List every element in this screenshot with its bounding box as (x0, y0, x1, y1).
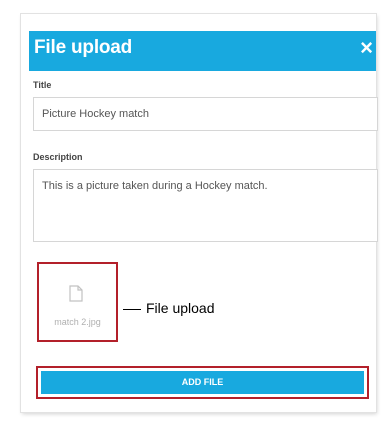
description-textarea[interactable]: This is a picture taken during a Hockey … (33, 169, 378, 242)
title-input[interactable]: Picture Hockey match (33, 97, 378, 131)
file-upload-dialog: File upload × Title Picture Hockey match… (21, 14, 378, 412)
file-name: match 2.jpg (54, 317, 101, 327)
callout-label: File upload (146, 300, 215, 316)
callout-line (123, 309, 141, 310)
title-label: Title (33, 80, 52, 90)
description-label: Description (33, 152, 83, 162)
add-file-button[interactable]: ADD FILE (41, 371, 364, 394)
uploaded-file-thumbnail[interactable]: match 2.jpg (37, 262, 118, 342)
dialog-header: File upload × (29, 31, 376, 71)
close-icon[interactable]: × (360, 37, 373, 59)
file-icon (69, 285, 83, 302)
add-file-highlight: ADD FILE (36, 366, 369, 399)
dialog-title: File upload (34, 37, 133, 58)
